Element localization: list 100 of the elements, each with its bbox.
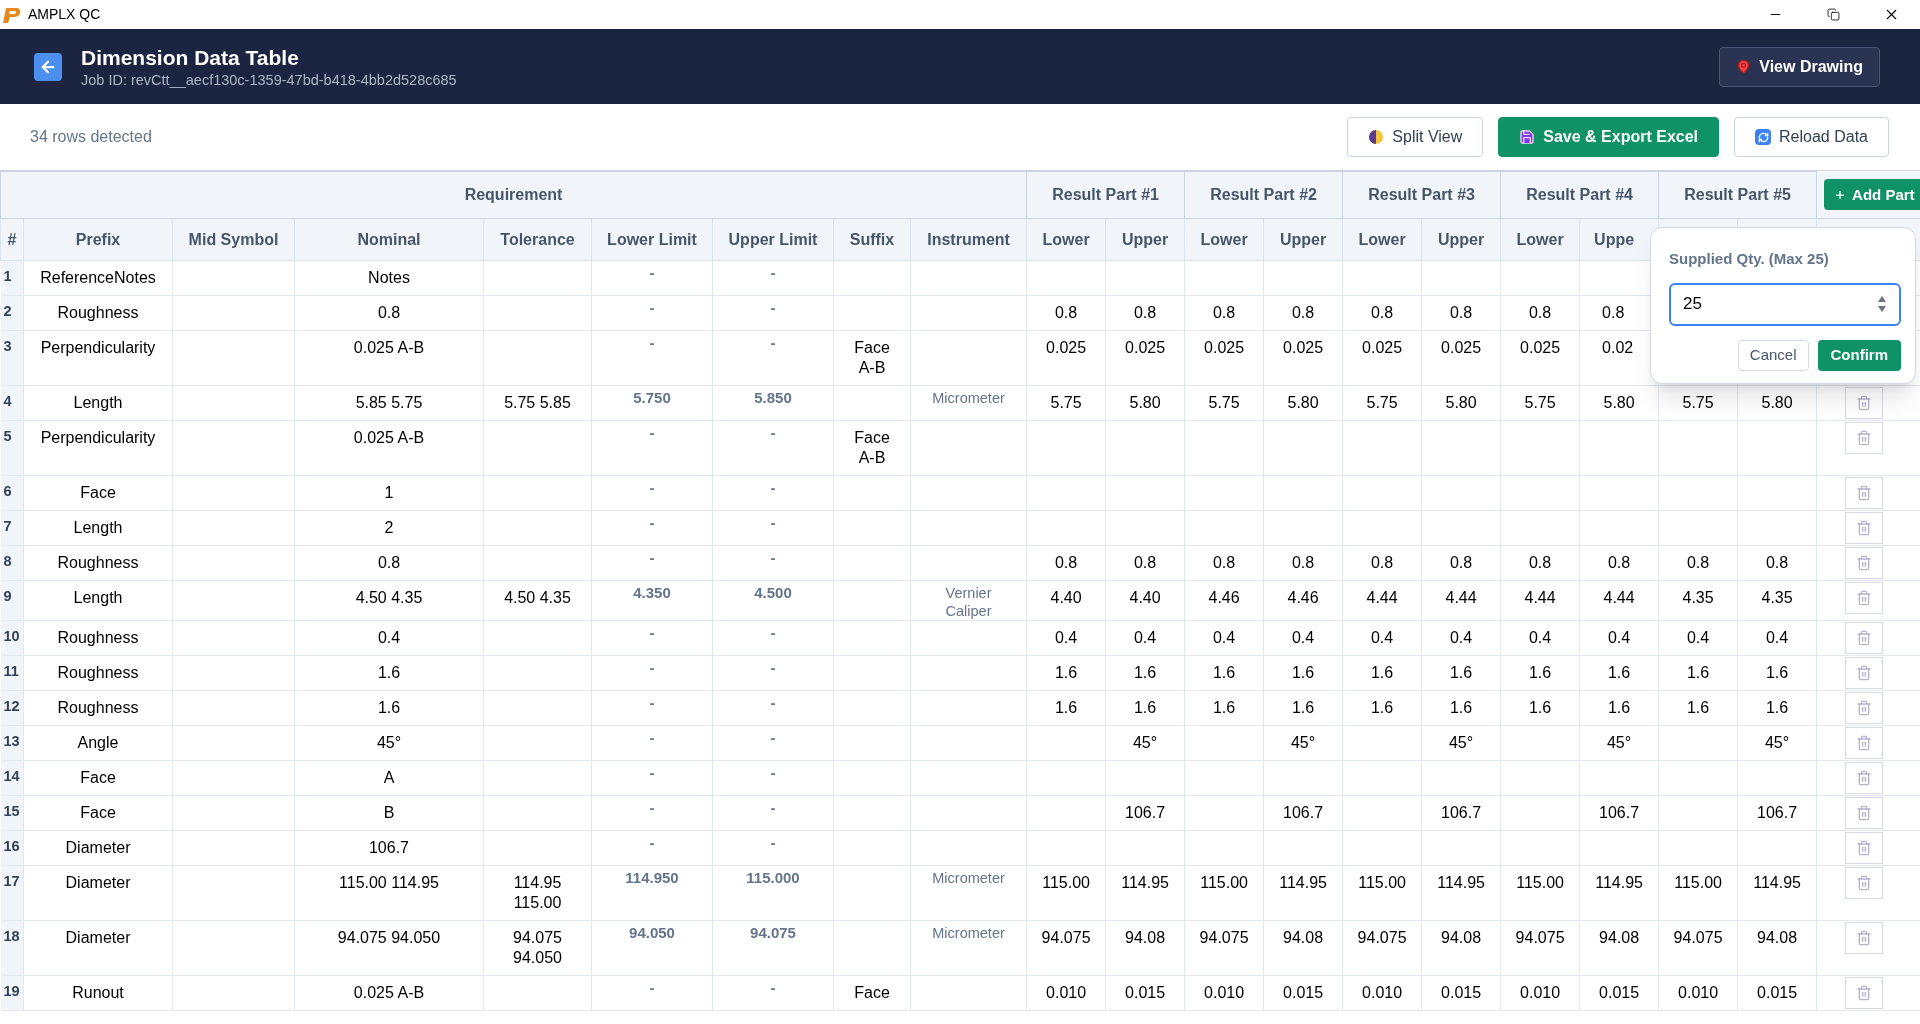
result-cell: 4.46: [1287, 589, 1319, 606]
column-header: Suffix: [833, 218, 911, 261]
result-cell: 0.015: [1757, 984, 1798, 1001]
limit-cell: -: [649, 659, 655, 676]
delete-row-button[interactable]: [1845, 922, 1884, 954]
result-cell: 0.025: [1204, 339, 1245, 356]
result-cell: 5.80: [1129, 394, 1161, 411]
table-cell: 0.4: [377, 629, 401, 646]
result-cell: 0.8: [1370, 304, 1394, 321]
limit-cell: -: [649, 549, 655, 566]
limit-cell: -: [649, 764, 655, 781]
limit-cell: 4.500: [754, 584, 792, 601]
result-cell: 0.8: [1370, 554, 1394, 571]
column-header: Lower Limit: [591, 218, 713, 261]
add-part-button[interactable]: Add Part: [1824, 179, 1920, 211]
result-cell: 1.6: [1449, 664, 1473, 681]
limit-cell: -: [649, 834, 655, 851]
column-header: Nominal: [294, 218, 484, 261]
result-cell: 4.40: [1050, 589, 1082, 606]
table-cell: B: [383, 804, 395, 821]
row-number: 4: [3, 393, 12, 409]
limit-cell: -: [649, 299, 655, 316]
view-drawing-button[interactable]: View Drawing: [1719, 46, 1880, 87]
trash-icon: [1856, 770, 1873, 786]
result-cell: 0.015: [1599, 984, 1640, 1001]
result-cell: 0.025: [1125, 339, 1166, 356]
limit-cell: -: [649, 624, 655, 641]
limit-cell: 5.850: [754, 389, 792, 406]
row-number: 17: [3, 873, 20, 889]
delete-row-button[interactable]: [1845, 477, 1884, 509]
row-number: 2: [3, 303, 12, 319]
column-header: Uppe: [1594, 230, 1635, 248]
delete-row-button[interactable]: [1845, 582, 1884, 614]
column-header: Tolerance: [483, 218, 592, 261]
delete-row-button[interactable]: [1845, 762, 1884, 794]
limit-cell: -: [770, 264, 776, 281]
row-number: 3: [3, 338, 12, 354]
table-cell: 1: [384, 484, 394, 501]
result-cell: 1.6: [1370, 699, 1394, 716]
restore-icon[interactable]: [1826, 8, 1840, 21]
result-cell: 94.075: [1515, 929, 1565, 946]
delete-row-button[interactable]: [1845, 512, 1884, 544]
delete-row-button[interactable]: [1845, 387, 1884, 419]
result-cell: 0.8: [1602, 304, 1625, 321]
table-cell: Face A-B: [854, 429, 890, 466]
delete-row-button[interactable]: [1845, 727, 1884, 759]
limit-cell: -: [770, 334, 776, 351]
row-number: 15: [3, 803, 20, 819]
delete-row-button[interactable]: [1845, 547, 1884, 579]
quantity-field[interactable]: 25: [1669, 282, 1901, 326]
result-cell: 0.8: [1212, 304, 1236, 321]
trash-icon: [1856, 555, 1873, 571]
instrument-cell: Micrometer: [932, 390, 1005, 406]
delete-row-button[interactable]: [1845, 832, 1884, 864]
delete-row-button[interactable]: [1845, 797, 1884, 829]
result-cell: 0.015: [1125, 984, 1166, 1001]
table-cell: ReferenceNotes: [40, 269, 156, 286]
column-header: Lower: [1358, 230, 1406, 248]
delete-row-button[interactable]: [1845, 977, 1884, 1009]
result-cell: 0.4: [1765, 629, 1789, 646]
result-cell: 0.010: [1520, 984, 1561, 1001]
result-cell: 115.00: [1200, 874, 1248, 891]
delete-row-button[interactable]: [1845, 867, 1884, 899]
row-number: 9: [3, 588, 12, 604]
column-group-header: Result Part #2: [1184, 171, 1343, 219]
cancel-button[interactable]: Cancel: [1737, 339, 1809, 371]
column-group-header: Result Part #3: [1342, 171, 1501, 219]
back-button[interactable]: [34, 52, 62, 81]
table-cell: 5.75 5.85: [504, 394, 571, 411]
table-cell: 106.7: [368, 839, 409, 856]
confirm-button[interactable]: Confirm: [1817, 339, 1901, 371]
limit-cell: -: [770, 834, 776, 851]
result-cell: 1.6: [1528, 699, 1552, 716]
result-cell: 0.8: [1133, 304, 1157, 321]
result-cell: 114.95: [1595, 874, 1643, 891]
limit-cell: 114.950: [625, 869, 679, 886]
reload-button[interactable]: Reload Data: [1734, 117, 1889, 157]
result-cell: 94.075: [1357, 929, 1407, 946]
result-cell: 4.44: [1524, 589, 1556, 606]
column-group-header: Result Part #1: [1026, 171, 1185, 219]
delete-row-button[interactable]: [1845, 692, 1884, 724]
result-cell: 0.010: [1204, 984, 1245, 1001]
save-export-button[interactable]: Save & Export Excel: [1498, 117, 1720, 157]
limit-cell: 5.750: [633, 389, 671, 406]
table-cell: 0.8: [377, 554, 401, 571]
table-cell: Length: [73, 394, 123, 411]
split-view-button[interactable]: Split View: [1347, 117, 1484, 157]
result-cell: 94.08: [1757, 929, 1798, 946]
delete-row-button[interactable]: [1845, 622, 1884, 654]
result-cell: 0.8: [1133, 554, 1157, 571]
result-cell: 5.75: [1524, 394, 1556, 411]
result-cell: 114.95: [1437, 874, 1485, 891]
delete-row-button[interactable]: [1845, 657, 1884, 689]
limit-cell: -: [770, 764, 776, 781]
column-group-header: Requirement: [0, 171, 1027, 219]
delete-row-button[interactable]: [1845, 422, 1884, 454]
result-cell: 45°: [1606, 734, 1632, 751]
result-cell: 94.08: [1441, 929, 1482, 946]
row-number: 13: [3, 733, 20, 749]
result-cell: 1.6: [1133, 664, 1157, 681]
